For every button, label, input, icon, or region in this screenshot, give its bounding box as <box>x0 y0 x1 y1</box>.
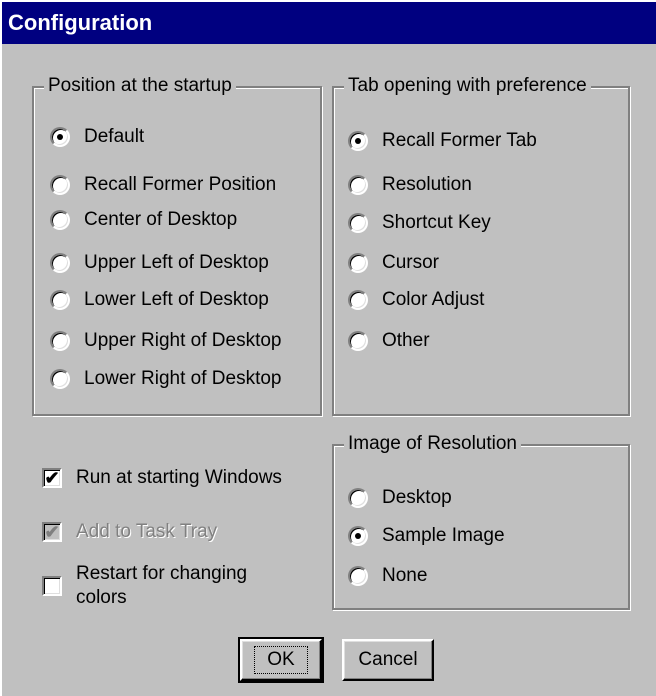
tab-option-recall[interactable]: Recall Former Tab <box>348 130 537 152</box>
tab-option-cursor[interactable]: Cursor <box>348 252 439 274</box>
option-label: Upper Right of Desktop <box>84 330 282 351</box>
option-label: Upper Left of Desktop <box>84 252 269 273</box>
image-option-desktop[interactable]: Desktop <box>348 487 452 509</box>
radio-button[interactable] <box>50 331 70 351</box>
option-label: Lower Right of Desktop <box>84 368 282 389</box>
tab-option-other[interactable]: Other <box>348 330 430 352</box>
radio-button[interactable] <box>50 175 70 195</box>
tab-option-shortcut[interactable]: Shortcut Key <box>348 212 491 234</box>
image-option-sample[interactable]: Sample Image <box>348 525 505 547</box>
radio-button[interactable] <box>348 331 368 351</box>
checkbox-label: Add to Task Tray <box>76 521 218 542</box>
radio-button[interactable] <box>348 253 368 273</box>
image-resolution-group-title: Image of Resolution <box>344 432 521 456</box>
radio-button[interactable] <box>348 213 368 233</box>
option-label: Color Adjust <box>382 289 485 310</box>
cancel-button-label: Cancel <box>358 649 418 670</box>
option-label: Recall Former Position <box>84 174 277 195</box>
option-label: Center of Desktop <box>84 209 238 230</box>
tab-option-color-adjust[interactable]: Color Adjust <box>348 289 484 311</box>
option-label: Recall Former Tab <box>382 130 537 151</box>
option-label: Cursor <box>382 252 440 273</box>
ok-button[interactable]: OK <box>238 637 324 683</box>
option-label: Resolution <box>382 174 472 195</box>
window-title: Configuration <box>2 2 656 44</box>
radio-button[interactable] <box>348 566 368 586</box>
add-to-task-tray-checkbox: ✔ Add to Task Tray <box>42 521 217 543</box>
run-at-startup-checkbox[interactable]: ✔ Run at starting Windows <box>42 467 282 489</box>
radio-button[interactable] <box>348 175 368 195</box>
position-option-lower-right[interactable]: Lower Right of Desktop <box>50 368 282 390</box>
option-label: Desktop <box>382 487 452 508</box>
position-option-recall[interactable]: Recall Former Position <box>50 174 276 196</box>
checkbox-label: Run at starting Windows <box>76 467 282 488</box>
radio-button[interactable] <box>348 488 368 508</box>
radio-button[interactable] <box>50 127 70 147</box>
checkbox[interactable]: ✔ <box>42 468 62 488</box>
option-label: Sample Image <box>382 525 505 546</box>
restart-for-colors-checkbox[interactable]: Restart for changing colors <box>42 562 247 610</box>
option-label: Other <box>382 330 430 351</box>
option-label: Shortcut Key <box>382 212 491 233</box>
radio-button[interactable] <box>348 290 368 310</box>
cancel-button[interactable]: Cancel <box>342 639 434 681</box>
checkbox-label: Restart for changing colors <box>76 562 247 610</box>
checkbox-label-line1: Restart for changing <box>76 563 248 584</box>
tab-option-resolution[interactable]: Resolution <box>348 174 472 196</box>
option-label: Lower Left of Desktop <box>84 289 269 310</box>
position-group-title: Position at the startup <box>44 74 236 98</box>
position-option-default[interactable]: Default <box>50 126 144 148</box>
position-option-lower-left[interactable]: Lower Left of Desktop <box>50 289 269 311</box>
checkbox-label-line2: colors <box>76 587 127 608</box>
radio-button[interactable] <box>348 131 368 151</box>
option-label: None <box>382 565 428 586</box>
position-option-upper-right[interactable]: Upper Right of Desktop <box>50 330 282 352</box>
position-option-upper-left[interactable]: Upper Left of Desktop <box>50 252 269 274</box>
configuration-window: Configuration Position at the startup De… <box>0 0 656 696</box>
tab-group-title: Tab opening with preference <box>344 74 591 98</box>
checkbox[interactable] <box>42 576 62 596</box>
radio-button[interactable] <box>50 290 70 310</box>
checkbox: ✔ <box>42 522 62 542</box>
radio-button[interactable] <box>50 253 70 273</box>
ok-button-label: OK <box>254 646 308 674</box>
image-option-none[interactable]: None <box>348 565 427 587</box>
radio-button[interactable] <box>348 526 368 546</box>
position-option-center[interactable]: Center of Desktop <box>50 209 237 231</box>
option-label: Default <box>84 126 145 147</box>
radio-button[interactable] <box>50 369 70 389</box>
radio-button[interactable] <box>50 210 70 230</box>
